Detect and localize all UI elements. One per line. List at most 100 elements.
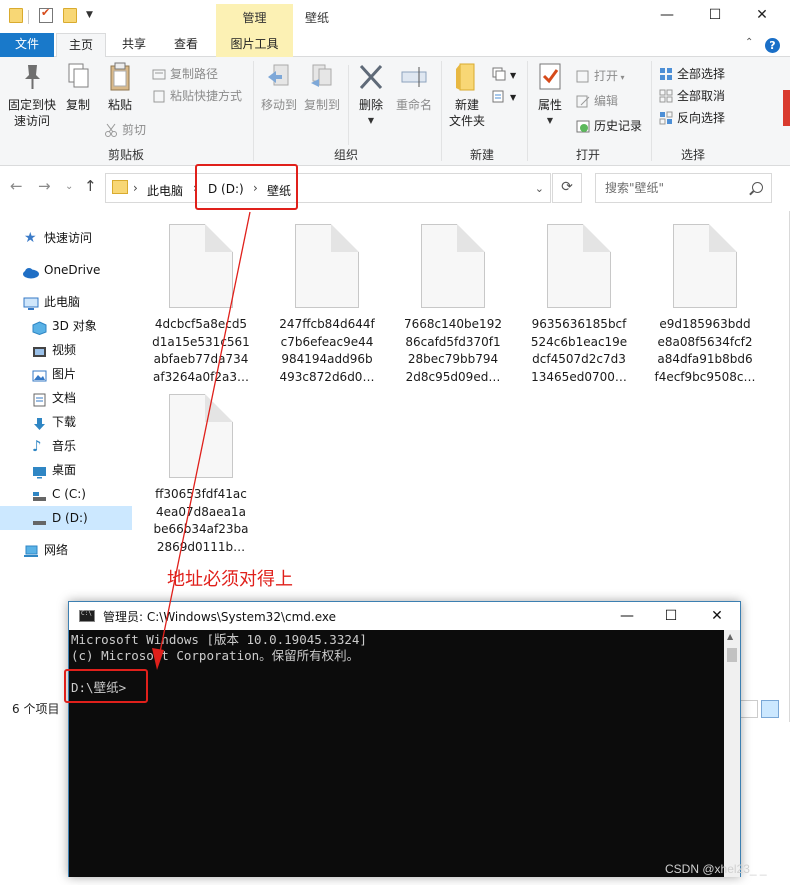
properties-check-icon[interactable] [39, 6, 53, 23]
tab-share[interactable]: 共享 [110, 33, 158, 57]
sidebar-item-videos[interactable]: 视频 [0, 338, 132, 362]
recent-dropdown-icon[interactable]: ⌄ [65, 181, 73, 192]
new-folder-icon[interactable] [63, 8, 77, 23]
move-to-button[interactable]: 移动到 [258, 61, 300, 113]
new-folder-button[interactable]: 新建 文件夹 [444, 61, 490, 129]
file-item[interactable]: 7668c140be192 86cafd5fd370f1 28bec79bb79… [394, 224, 512, 394]
maximize-button[interactable]: ☐ [694, 4, 736, 28]
cmd-maximize-button[interactable]: ☐ [649, 605, 693, 627]
contextual-tab-manage[interactable]: 管理 [216, 4, 293, 33]
cmd-scrollbar[interactable]: ▲ [724, 630, 740, 877]
sidebar-item-c-drive[interactable]: C (C:) [0, 482, 132, 506]
history-button[interactable]: 历史记录 [576, 117, 642, 135]
scrollbar-thumb[interactable] [727, 648, 737, 662]
tab-home[interactable]: 主页 [56, 33, 106, 58]
select-all-label: 全部选择 [677, 67, 726, 81]
close-button[interactable]: ✕ [741, 4, 783, 28]
cut-button[interactable]: 剪切 [104, 121, 146, 139]
rename-button[interactable]: 重命名 [392, 61, 436, 113]
sidebar-item-label: 3D 对象 [52, 319, 97, 333]
sidebar-item-quick-access[interactable]: ★ 快速访问 [0, 226, 132, 250]
sidebar-item-music[interactable]: ♪ 音乐 [0, 434, 132, 458]
delete-label: 删除 [358, 98, 383, 112]
paste-label: 粘贴 [107, 98, 132, 112]
delete-button[interactable]: 删除 ▼ [352, 61, 390, 129]
open-button[interactable]: 打开 ▾ [576, 67, 625, 85]
delete-dropdown-icon[interactable]: ▼ [352, 113, 390, 129]
open-label: 打开 [594, 69, 619, 83]
pin-quick-access-button[interactable]: 固定到快 速访问 [4, 61, 60, 129]
sidebar-item-label: 视频 [52, 343, 77, 357]
sidebar-item-3d-objects[interactable]: 3D 对象 [0, 314, 132, 338]
cmd-close-button[interactable]: ✕ [695, 605, 739, 627]
tab-picture-tools[interactable]: 图片工具 [216, 33, 293, 57]
details-view-icon[interactable] [740, 700, 758, 718]
sidebar-item-desktop[interactable]: 桌面 [0, 458, 132, 482]
cmd-minimize-button[interactable]: — [605, 605, 649, 627]
forward-arrow-icon[interactable]: → [38, 177, 51, 195]
breadcrumb-this-pc[interactable]: 此电脑 [147, 182, 183, 199]
file-item[interactable]: 247ffcb84d644f c7b6efeac9e44 984194add96… [268, 224, 386, 394]
sidebar-item-downloads[interactable]: 下载 [0, 410, 132, 434]
scroll-up-icon[interactable]: ▲ [727, 632, 733, 641]
edit-button[interactable]: 编辑 [576, 92, 618, 110]
file-item[interactable]: ff30653fdf41ac 4ea07d8aea1a be66b34af23b… [142, 394, 260, 564]
address-highlight-box [195, 164, 298, 210]
computer-icon [23, 295, 39, 310]
pin-label: 固定到快 速访问 [7, 98, 56, 128]
invert-selection-button[interactable]: 反向选择 [659, 109, 725, 127]
refresh-button[interactable]: ⟳ [552, 173, 582, 203]
properties-button[interactable]: 属性 ▼ [532, 61, 568, 129]
cloud-icon [22, 263, 39, 279]
sidebar-item-pictures[interactable]: 图片 [0, 362, 132, 386]
search-input[interactable]: 搜索"壁纸" [595, 173, 772, 203]
console-line: Microsoft Windows [版本 10.0.19045.3324] [71, 632, 367, 647]
console-line: (c) Microsoft Corporation。保留所有权利。 [71, 648, 360, 663]
copy-path-button[interactable]: 复制路径 [152, 65, 218, 83]
sidebar-item-network[interactable]: 网络 [0, 538, 132, 562]
help-icon[interactable]: ? [765, 38, 780, 53]
new-item-button[interactable]: ▼ [492, 65, 516, 83]
address-dropdown-icon[interactable]: ⌄ [535, 182, 544, 195]
file-item[interactable]: 4dcbcf5a8ecd5 d1a15e531c561 abfaeb77da73… [142, 224, 260, 394]
address-bar[interactable]: › 此电脑 › D (D:) › 壁纸 ⌄ [105, 173, 551, 203]
select-all-button[interactable]: 全部选择 [659, 65, 725, 83]
minimize-button[interactable]: — [646, 4, 688, 28]
select-none-button[interactable]: 全部取消 [659, 87, 725, 105]
copy-to-button[interactable]: 复制到 [300, 61, 344, 113]
sidebar-item-label: 下载 [52, 415, 77, 429]
network-icon [23, 543, 38, 557]
sidebar-item-label: 网络 [44, 543, 69, 557]
sidebar-item-d-drive[interactable]: D (D:) [0, 506, 132, 530]
up-arrow-icon[interactable]: ↑ [84, 177, 97, 195]
paste-shortcut-button[interactable]: 粘贴快捷方式 [152, 87, 242, 105]
back-arrow-icon[interactable]: ← [10, 177, 23, 195]
chevron-up-icon[interactable]: ⌃ [745, 37, 753, 48]
drive-icon [32, 487, 47, 501]
sidebar-item-onedrive[interactable]: OneDrive [0, 258, 132, 282]
cmd-window-title: 管理员: C:\Windows\System32\cmd.exe [103, 610, 336, 624]
file-item[interactable]: e9d185963bdd e8a08f5634fcf2 a84dfa91b8bd… [646, 224, 764, 394]
qat-dropdown-icon[interactable]: ▼ [86, 10, 93, 20]
file-item[interactable]: 9635636185bcf 524c6b1eac19e dcf4507d2c7d… [520, 224, 638, 394]
large-icons-view-icon[interactable] [761, 700, 779, 718]
sidebar-item-label: C (C:) [52, 487, 86, 501]
sidebar-item-this-pc[interactable]: 此电脑 [0, 290, 132, 314]
copy-button[interactable]: 复制 [60, 61, 96, 113]
tab-file[interactable]: 文件 [0, 33, 54, 57]
cut-label: 剪切 [122, 123, 147, 137]
tab-view[interactable]: 查看 [162, 33, 210, 57]
easy-access-button[interactable]: ▼ [492, 87, 516, 105]
paste-shortcut-icon [152, 89, 166, 103]
console-output[interactable]: Microsoft Windows [版本 10.0.19045.3324] (c… [69, 630, 724, 877]
watermark: CSDN @xhel23_ _ [665, 862, 767, 876]
folder-icon[interactable] [9, 8, 23, 23]
paste-button[interactable]: 粘贴 [100, 61, 140, 113]
breadcrumb-separator: › [133, 181, 138, 195]
video-icon [32, 343, 47, 357]
file-name: ff30653fdf41ac 4ea07d8aea1a be66b34af23b… [153, 487, 249, 554]
properties-icon [535, 61, 565, 93]
background-window-edge [783, 90, 790, 126]
properties-dropdown-icon[interactable]: ▼ [532, 113, 568, 129]
sidebar-item-documents[interactable]: 文档 [0, 386, 132, 410]
